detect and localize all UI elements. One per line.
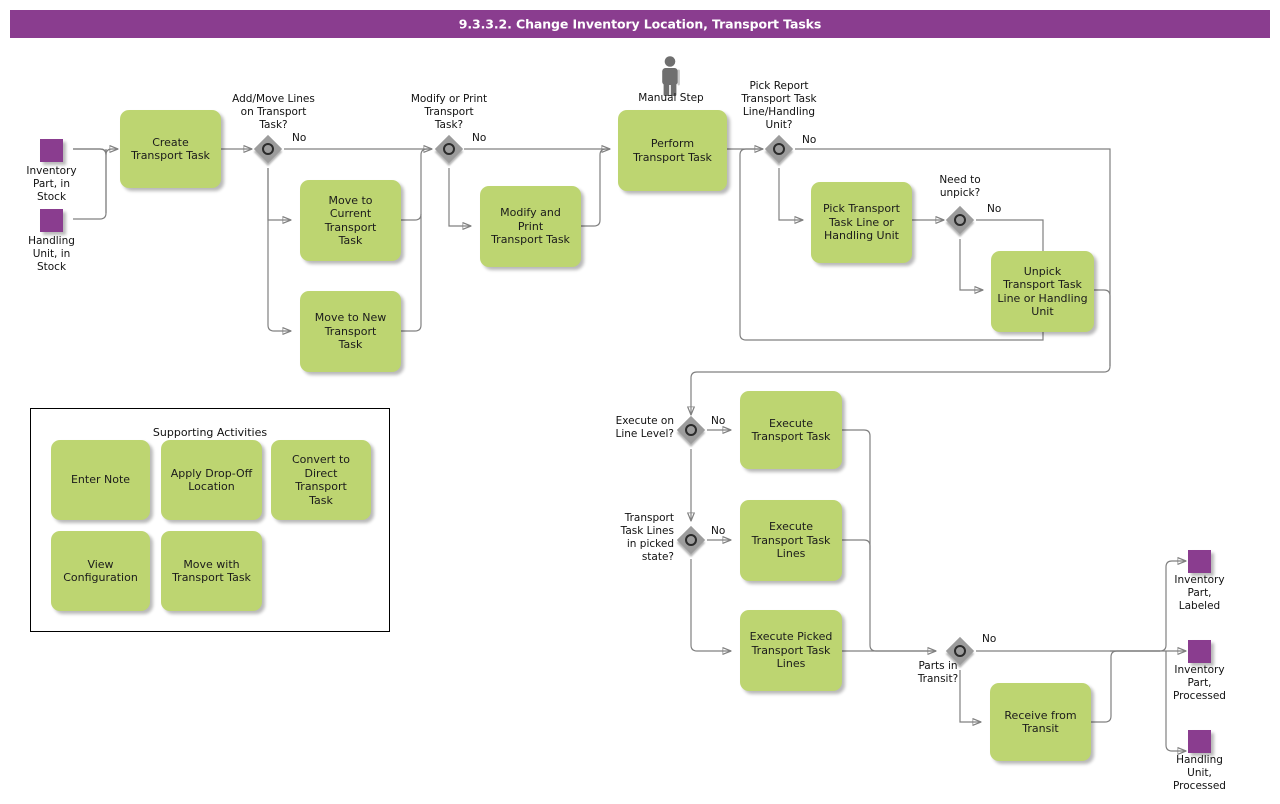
gateway-execute-on-line-level-label: Execute on Line Level?: [615, 415, 674, 440]
person-icon: [662, 56, 680, 96]
gateway-ring-icon: [685, 534, 697, 546]
flow-label-no-add-move-lines: No: [292, 132, 307, 144]
task-receive-from-transit[interactable]: Receive from Transit: [990, 683, 1091, 761]
start-event-inventory-part-in-stock[interactable]: [40, 139, 63, 162]
gateway-ring-icon: [685, 424, 697, 436]
gateway-ring-icon: [262, 143, 274, 155]
task-label: Move to New Transport Task: [314, 311, 387, 352]
flow-label-no-pick-report: No: [802, 134, 817, 146]
task-label: Execute Transport Task Lines: [751, 520, 831, 561]
task-label: Create Transport Task: [131, 135, 210, 163]
start-event-handling-unit-in-stock-label: Handling Unit, in Stock: [28, 235, 75, 273]
task-label: Apply Drop-Off Location: [170, 466, 253, 494]
flow-label-no-lines-in-picked-state: No: [711, 525, 726, 537]
flow-label-no-execute-on-line-level: No: [711, 415, 726, 427]
task-perform-transport-task[interactable]: Perform Transport Task: [618, 110, 727, 191]
support-task-convert-to-direct-transport-task[interactable]: Convert to Direct Transport Task: [271, 440, 371, 520]
gateway-execute-on-line-level[interactable]: [676, 415, 706, 445]
manual-step-label: Manual Step: [638, 92, 704, 104]
flow-label-no-need-to-unpick: No: [987, 203, 1002, 215]
task-execute-transport-task-lines[interactable]: Execute Transport Task Lines: [740, 500, 842, 581]
start-event-handling-unit-in-stock[interactable]: [40, 209, 63, 232]
start-event-inventory-part-in-stock-label: Inventory Part, in Stock: [26, 165, 77, 203]
end-event-handling-unit-processed[interactable]: [1188, 730, 1211, 753]
gateway-ring-icon: [954, 214, 966, 226]
task-label: Unpick Transport Task Line or Handling U…: [997, 264, 1088, 319]
task-label: View Configuration: [63, 557, 138, 585]
gateway-modify-or-print[interactable]: [434, 134, 464, 164]
task-label: Perform Transport Task: [633, 137, 712, 164]
support-task-view-configuration[interactable]: View Configuration: [51, 531, 150, 611]
end-event-handling-unit-processed-label: Handling Unit, Processed: [1173, 754, 1226, 792]
task-label: Move with Transport Task: [172, 557, 251, 585]
support-task-move-with-transport-task[interactable]: Move with Transport Task: [161, 531, 262, 611]
gateway-ring-icon: [773, 143, 785, 155]
task-pick-transport-task-line-or-handling-unit[interactable]: Pick Transport Task Line or Handling Uni…: [811, 182, 912, 263]
end-event-inventory-part-processed[interactable]: [1188, 640, 1211, 663]
task-label: Execute Picked Transport Task Lines: [749, 630, 833, 671]
task-label: Modify and Print Transport Task: [491, 206, 570, 247]
gateway-need-to-unpick-label: Need to unpick?: [939, 174, 981, 199]
task-modify-and-print-transport-task[interactable]: Modify and Print Transport Task: [480, 186, 581, 267]
gateway-pick-report-label: Pick Report Transport Task Line/Handling…: [741, 80, 817, 131]
gateway-lines-in-picked-state[interactable]: [676, 525, 706, 555]
gateway-add-move-lines-label: Add/Move Lines on Transport Task?: [232, 93, 315, 131]
gateway-pick-report[interactable]: [764, 134, 794, 164]
task-unpick-transport-task-line-or-handling-unit[interactable]: Unpick Transport Task Line or Handling U…: [991, 251, 1094, 332]
flow-label-no-modify-or-print: No: [472, 132, 487, 144]
end-event-inventory-part-processed-label: Inventory Part, Processed: [1173, 664, 1226, 702]
gateway-modify-or-print-label: Modify or Print Transport Task?: [410, 93, 488, 131]
task-label: Receive from Transit: [1004, 708, 1077, 736]
task-label: Pick Transport Task Line or Handling Uni…: [823, 202, 900, 243]
gateway-ring-icon: [954, 645, 966, 657]
task-label: Move to Current Transport Task: [324, 193, 377, 248]
task-move-to-new-transport-task[interactable]: Move to New Transport Task: [300, 291, 401, 372]
gateway-need-to-unpick[interactable]: [945, 205, 975, 235]
support-task-enter-note[interactable]: Enter Note: [51, 440, 150, 520]
gateway-ring-icon: [443, 143, 455, 155]
diagram-canvas: 9.3.3.2. Change Inventory Location, Tran…: [0, 0, 1280, 804]
page-title: 9.3.3.2. Change Inventory Location, Tran…: [458, 16, 822, 32]
task-create-transport-task[interactable]: Create Transport Task: [120, 110, 221, 188]
task-label: Convert to Direct Transport Task: [291, 453, 351, 507]
flow-label-no-parts-in-transit: No: [982, 633, 997, 645]
task-execute-picked-transport-task-lines[interactable]: Execute Picked Transport Task Lines: [740, 610, 842, 691]
diagram-title-bar: 9.3.3.2. Change Inventory Location, Tran…: [10, 10, 1270, 38]
task-label: Enter Note: [70, 473, 131, 487]
end-event-inventory-part-labeled[interactable]: [1188, 550, 1211, 573]
task-label: Execute Transport Task: [751, 416, 831, 444]
task-execute-transport-task[interactable]: Execute Transport Task: [740, 391, 842, 469]
gateway-parts-in-transit-label: Parts in Transit?: [917, 660, 959, 685]
supporting-activities-title: Supporting Activities: [152, 426, 268, 439]
gateway-lines-in-picked-state-label: Transport Task Lines in picked state?: [620, 512, 674, 563]
support-task-apply-drop-off-location[interactable]: Apply Drop-Off Location: [161, 440, 262, 520]
gateway-add-move-lines[interactable]: [253, 134, 283, 164]
task-move-to-current-transport-task[interactable]: Move to Current Transport Task: [300, 180, 401, 261]
end-event-inventory-part-labeled-label: Inventory Part, Labeled: [1174, 574, 1225, 612]
